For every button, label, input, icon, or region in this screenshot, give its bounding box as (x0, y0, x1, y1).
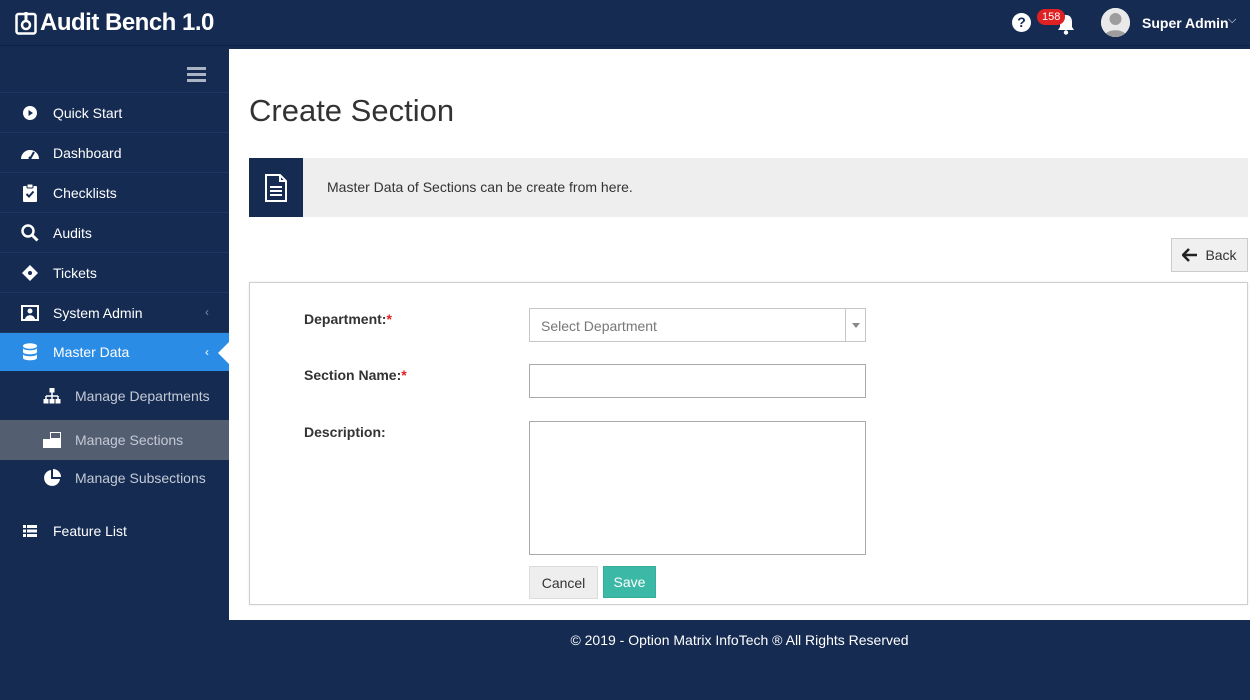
magnifier-icon (20, 223, 40, 243)
sidebar-item-label: Tickets (53, 264, 97, 281)
app-title: Audit Bench 1.0 (40, 9, 214, 36)
play-circle-icon (20, 103, 40, 123)
section-name-input[interactable] (529, 364, 866, 398)
sidebar-item-label: Quick Start (53, 104, 123, 121)
document-icon (249, 158, 303, 217)
sidebar-item-tickets[interactable]: Tickets (0, 252, 229, 292)
info-text: Master Data of Sections can be create fr… (327, 179, 633, 195)
sidebar-item-label: Audits (53, 224, 92, 241)
department-placeholder: Select Department (541, 318, 657, 334)
dropdown-arrow-icon[interactable] (845, 309, 865, 341)
brand[interactable]: Audit Bench 1.0 (15, 9, 214, 37)
chevron-left-icon: ‹ (205, 345, 209, 359)
chevron-left-icon: ‹ (205, 305, 209, 319)
required-mark: * (401, 367, 407, 383)
department-label-text: Department: (304, 311, 387, 327)
sections-icon (42, 430, 62, 450)
arrow-left-icon (1182, 248, 1198, 262)
section-name-label-text: Section Name: (304, 367, 402, 383)
user-avatar-icon (1101, 8, 1130, 37)
back-button[interactable]: Back (1171, 238, 1248, 272)
top-bar: Audit Bench 1.0 ? 158 Super Admin ⌵ (0, 0, 1250, 46)
sidebar-item-label: Dashboard (53, 144, 122, 161)
clipboard-check-icon (20, 183, 40, 203)
user-board-icon (20, 303, 40, 323)
section-name-label: Section Name:* (304, 367, 407, 383)
sidebar-subitem-label: Manage Subsections (75, 470, 206, 486)
user-name[interactable]: Super Admin (1142, 15, 1229, 31)
back-button-label: Back (1205, 247, 1237, 263)
info-banner: Master Data of Sections can be create fr… (249, 158, 1248, 217)
sidebar-subitem-manage-sections[interactable]: Manage Sections (0, 420, 229, 460)
sidebar-item-checklists[interactable]: Checklists (0, 172, 229, 212)
sidebar-item-system-admin[interactable]: System Admin ‹ (0, 292, 229, 332)
cancel-button[interactable]: Cancel (529, 566, 598, 599)
description-label: Description: (304, 424, 386, 440)
sidebar-item-label: Master Data (53, 344, 130, 360)
sidebar-subitem-label: Manage Sections (75, 432, 184, 448)
page-title: Create Section (249, 93, 455, 128)
department-select[interactable]: Select Department (529, 308, 866, 342)
sidebar-subitem-manage-subsections[interactable]: Manage Subsections (0, 458, 229, 498)
save-button[interactable]: Save (603, 566, 656, 598)
sidebar: Quick Start Dashboard Checklists Audits … (0, 47, 229, 620)
sidebar-item-label: Checklists (53, 184, 117, 201)
sidebar-item-feature-list[interactable]: Feature List (0, 511, 229, 551)
user-menu-caret-icon[interactable]: ⌵ (1228, 14, 1236, 27)
avatar[interactable] (1101, 8, 1130, 37)
main-content: Create Section Master Data of Sections c… (229, 49, 1250, 620)
create-section-form: Department:* Select Department Section N… (249, 282, 1248, 605)
speedometer-icon (20, 143, 40, 163)
sidebar-item-audits[interactable]: Audits (0, 212, 229, 252)
help-icon[interactable]: ? (1012, 13, 1031, 32)
sitemap-icon (42, 386, 62, 406)
footer: © 2019 - Option Matrix InfoTech ® All Ri… (570, 632, 909, 648)
sidebar-subitem-label: Manage Departments (75, 388, 210, 404)
sidebar-subitem-manage-departments[interactable]: Manage Departments (0, 376, 229, 416)
database-icon (20, 342, 40, 362)
hamburger-menu-icon[interactable] (187, 67, 206, 83)
notification-badge: 158 (1037, 9, 1066, 25)
list-icon (20, 521, 40, 541)
sidebar-item-quick-start[interactable]: Quick Start (0, 92, 229, 132)
sidebar-item-master-data[interactable]: Master Data ‹ (0, 332, 229, 371)
ticket-icon (20, 263, 40, 283)
required-mark: * (386, 311, 392, 327)
description-textarea[interactable] (529, 421, 866, 555)
app-logo-icon (15, 12, 37, 35)
pie-chart-icon (42, 468, 62, 488)
department-label: Department:* (304, 311, 392, 327)
sidebar-item-dashboard[interactable]: Dashboard (0, 132, 229, 172)
sidebar-item-label: Feature List (53, 523, 127, 539)
sidebar-item-label: System Admin (53, 304, 143, 321)
